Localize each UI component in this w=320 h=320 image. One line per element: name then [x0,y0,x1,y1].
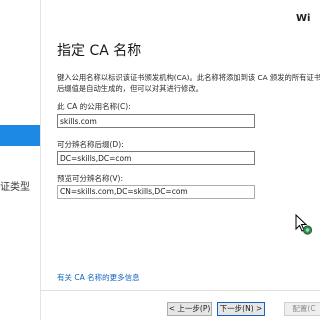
footer-divider [40,290,320,291]
common-name-label: 此 CA 的公用名称(C): [57,102,131,111]
page-title: 指定 CA 名称 [57,43,142,59]
more-about-ca-name-link[interactable]: 有关 CA 名称的更多信息 [57,272,140,283]
description-line-1: 键入公用名称以标识该证书颁发机构(CA)。此名称将添加到该 CA 颁发的所有证书 [57,73,320,82]
setup-wizard-window: 证类型 Wi 指定 CA 名称 键入公用名称以标识该证书颁发机构(CA)。此名称… [0,0,320,320]
sidebar-item-ca-type[interactable]: 证类型 [0,178,30,193]
dn-suffix-label: 可分辨名称后缀(D): [57,140,124,149]
page-description: 键入公用名称以标识该证书颁发机构(CA)。此名称将添加到该 CA 颁发的所有证书… [57,72,320,94]
dn-suffix-input[interactable] [57,151,255,165]
next-button[interactable]: 下一步(N) > [217,302,265,316]
window-brand: Wi [296,13,311,24]
prev-button[interactable]: < 上一步(P) [167,302,212,316]
preview-dn-field[interactable]: CN=skills.com,DC=skills,DC=com [57,185,255,199]
sidebar-item-selected[interactable] [0,125,40,146]
description-line-2: 后缀值是自动生成的，但可以对其进行修改。 [57,84,203,93]
busy-cursor-icon [295,214,313,235]
wizard-sidebar: 证类型 [0,0,41,320]
configure-button[interactable]: 配置(C [284,302,320,316]
common-name-input[interactable] [57,114,255,128]
preview-dn-label: 预览可分辨名称(V): [57,174,124,183]
